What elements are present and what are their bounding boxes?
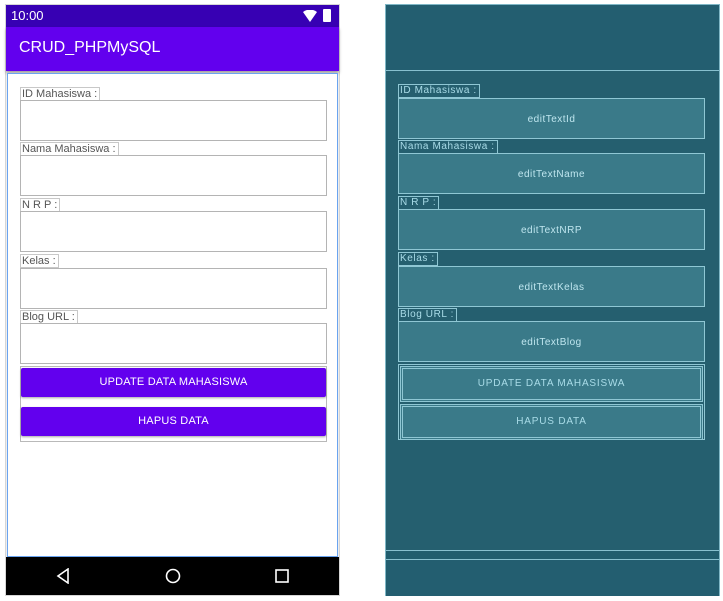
- label-kelas: Kelas :: [20, 254, 59, 268]
- input-kelas[interactable]: [20, 268, 327, 309]
- blueprint-edittext-id[interactable]: editTextId: [398, 98, 705, 139]
- back-icon[interactable]: [56, 568, 70, 584]
- blueprint-label-blog-url: Blog URL :: [398, 308, 457, 322]
- battery-icon: [323, 9, 331, 22]
- blueprint-label-id-mahasiswa: ID Mahasiswa :: [398, 84, 480, 98]
- blueprint-edittext-name[interactable]: editTextName: [398, 153, 705, 194]
- input-nrp[interactable]: [20, 211, 327, 252]
- hapus-data-button[interactable]: HAPUS DATA: [21, 407, 326, 436]
- home-icon[interactable]: [165, 568, 181, 584]
- app-title: CRUD_PHPMySQL: [19, 39, 161, 56]
- input-nama-mahasiswa[interactable]: [20, 155, 327, 196]
- input-blog-url[interactable]: [20, 323, 327, 364]
- blueprint-edittext-nrp[interactable]: editTextNRP: [398, 209, 705, 250]
- update-data-button[interactable]: UPDATE DATA MAHASISWA: [21, 368, 326, 397]
- input-id-mahasiswa[interactable]: [20, 100, 327, 141]
- blueprint-navigation-bar: [386, 559, 719, 596]
- navigation-bar: [6, 557, 339, 595]
- label-nrp: N R P :: [20, 198, 61, 212]
- label-nama-mahasiswa: Nama Mahasiswa :: [20, 142, 119, 156]
- blueprint-preview: ID Mahasiswa : editTextId Nama Mahasiswa…: [385, 4, 720, 596]
- app-bar: CRUD_PHPMySQL: [6, 27, 339, 71]
- blueprint-content: ID Mahasiswa : editTextId Nama Mahasiswa…: [386, 71, 719, 551]
- blueprint-update-button[interactable]: UPDATE DATA MAHASISWA: [400, 366, 703, 402]
- blueprint-label-nrp: N R P :: [398, 196, 440, 210]
- status-bar: 10:00: [6, 5, 339, 27]
- content-area: ID Mahasiswa : Nama Mahasiswa : N R P : …: [7, 73, 338, 557]
- status-time: 10:00: [11, 8, 44, 23]
- recents-icon[interactable]: [275, 569, 289, 583]
- blueprint-label-nama-mahasiswa: Nama Mahasiswa :: [398, 140, 498, 154]
- label-blog-url: Blog URL :: [20, 310, 78, 324]
- blueprint-hapus-button[interactable]: HAPUS DATA: [400, 404, 703, 440]
- blueprint-app-bar: [386, 5, 719, 71]
- blueprint-label-kelas: Kelas :: [398, 252, 438, 266]
- wifi-icon: [303, 10, 317, 22]
- blueprint-edittext-kelas[interactable]: editTextKelas: [398, 266, 705, 307]
- label-id-mahasiswa: ID Mahasiswa :: [20, 87, 101, 101]
- design-preview: 10:00 CRUD_PHPMySQL ID Mahasiswa : Nama …: [5, 4, 340, 596]
- blueprint-edittext-blog[interactable]: editTextBlog: [398, 321, 705, 362]
